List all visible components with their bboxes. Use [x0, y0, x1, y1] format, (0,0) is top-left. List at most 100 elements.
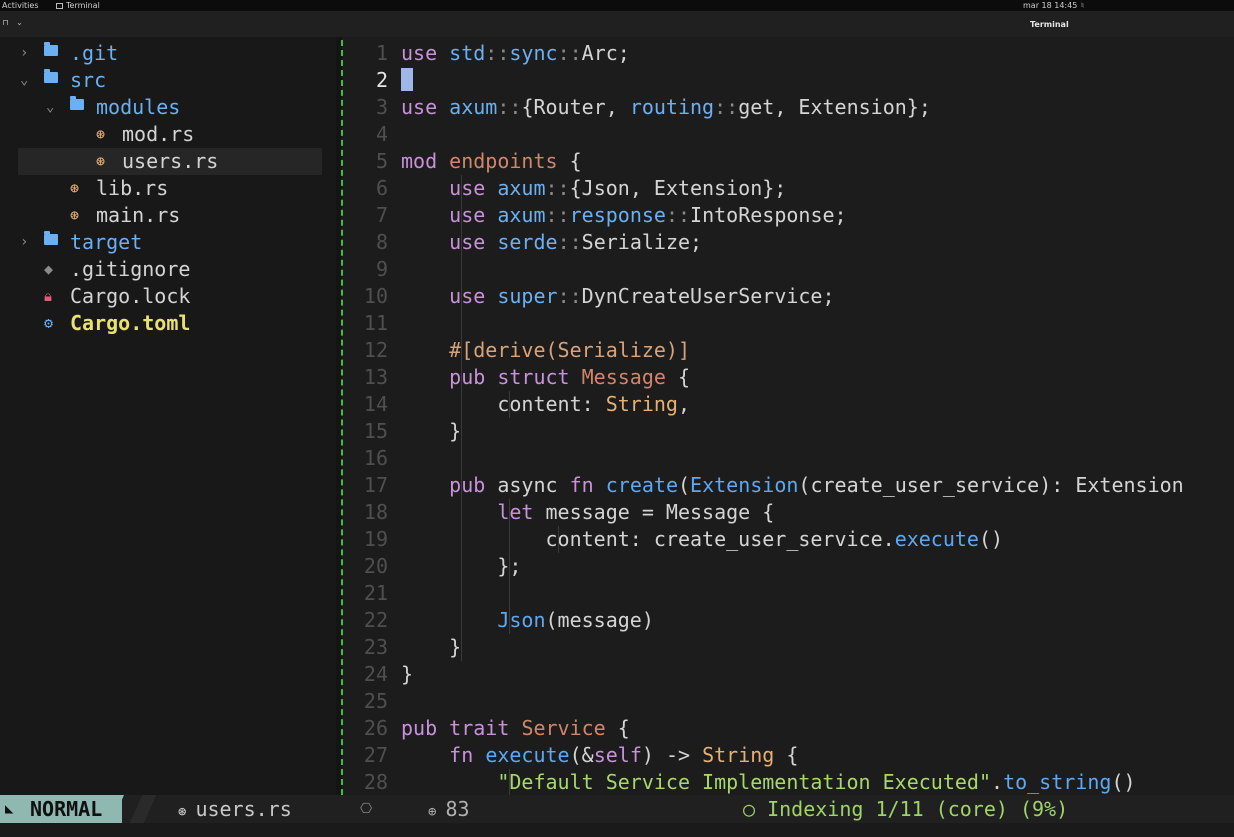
line-number: 23	[363, 635, 388, 659]
line-number: 15	[363, 419, 388, 443]
code-line[interactable]: 8 use serde::Serialize;	[344, 229, 1234, 256]
line-number: 25	[363, 689, 388, 713]
lock-icon: 🔒︎	[44, 287, 52, 305]
status-line: ◣ NORMAL ⊛ users.rs ⎔ ⊕ 83 ○ Indexing 1/11…	[0, 795, 1234, 823]
tree-item[interactable]: › .git	[0, 40, 336, 67]
code-editor[interactable]: 1 use std::sync::Arc; 2 3 use axum::{Router,…	[344, 37, 1234, 795]
indent-guide-line	[557, 526, 559, 553]
git-icon: ◆	[44, 260, 54, 278]
status-diagnostics: ⊕ 83	[428, 795, 470, 826]
line-number: 3	[375, 95, 388, 119]
tree-item[interactable]: ⌄ src	[0, 67, 336, 94]
chevron-right-icon[interactable]: ›	[20, 229, 28, 256]
code-text: content: create_user_service.execute()	[401, 527, 1004, 551]
code-text: pub trait Service {	[401, 716, 630, 740]
tree-item[interactable]: ⊛ users.rs	[18, 148, 322, 175]
line-number: 26	[363, 716, 388, 740]
code-line[interactable]: 14 content: String,	[344, 391, 1234, 418]
code-line[interactable]: 13 pub struct Message {	[344, 364, 1234, 391]
code-line[interactable]: 21	[344, 580, 1234, 607]
code-text: }	[401, 419, 462, 443]
code-line[interactable]: 10 use super::DynCreateUserService;	[344, 283, 1234, 310]
code-line[interactable]: 23 }	[344, 634, 1234, 661]
tree-item[interactable]: › target	[0, 229, 336, 256]
diagnostics-count: 83	[445, 797, 470, 821]
line-number: 1	[375, 41, 388, 65]
code-text: }	[401, 635, 462, 659]
terminal-icon	[56, 3, 63, 9]
code-line[interactable]: 16	[344, 445, 1234, 472]
code-text: Json(message)	[497, 608, 654, 632]
rust-file-icon: ⊛	[70, 179, 80, 197]
line-number: 12	[363, 338, 388, 362]
git-branch-icon: ⎔	[360, 801, 373, 817]
status-file-name: users.rs	[195, 797, 292, 821]
app-name: Terminal	[66, 1, 100, 10]
bell-icon[interactable]: ♮	[1081, 0, 1084, 11]
chevron-right-icon[interactable]: ›	[20, 40, 28, 67]
code-text: fn execute(&self) -> String {	[449, 743, 799, 767]
tree-item[interactable]: ⊛ mod.rs	[0, 121, 336, 148]
gear-icon: ⚙	[44, 314, 54, 332]
code-line[interactable]: 15 }	[344, 418, 1234, 445]
line-number: 10	[363, 284, 388, 308]
system-top-bar: Activities Terminal mar 18 14:45 ♮	[0, 0, 1234, 11]
code-line[interactable]: 22 Json(message)	[344, 607, 1234, 634]
code-line[interactable]: 20 };	[344, 553, 1234, 580]
tree-item-label: lib.rs	[96, 176, 169, 200]
code-line[interactable]: 26 pub trait Service {	[344, 715, 1234, 742]
code-text: let message = Message {	[497, 500, 775, 524]
tree-item[interactable]: ⌄ modules	[0, 94, 336, 121]
code-line[interactable]: 7 use axum::response::IntoResponse;	[344, 202, 1234, 229]
line-number: 20	[363, 554, 388, 578]
code-line[interactable]: 28 "Default Service Implementation Execu…	[344, 769, 1234, 795]
window-title-bar: ⊓ ⌄ Terminal	[0, 11, 1234, 37]
code-line[interactable]: 17 pub async fn create(Extension(create_…	[344, 472, 1234, 499]
chevron-down-icon[interactable]: ⌄	[46, 94, 54, 121]
code-line[interactable]: 25	[344, 688, 1234, 715]
tree-item-label: users.rs	[122, 149, 219, 173]
mode-label: NORMAL	[30, 797, 103, 821]
code-text: }	[401, 662, 414, 686]
chevron-down-icon[interactable]: ⌄	[15, 18, 24, 28]
tree-item-label: modules	[96, 95, 181, 119]
line-number: 22	[363, 608, 388, 632]
chevron-down-icon[interactable]: ⌄	[20, 67, 28, 94]
code-line[interactable]: 18 let message = Message {	[344, 499, 1234, 526]
line-number: 24	[363, 662, 388, 686]
file-tree: › .git ⌄ src ⌄ modules ⊛ mod.rs ⊛ users.rs ⊛ lib.rs…	[0, 37, 336, 795]
code-line[interactable]: 9	[344, 256, 1234, 283]
code-text: #[derive(Serialize)]	[449, 338, 690, 362]
tree-item[interactable]: ⚙ Cargo.toml	[0, 310, 336, 337]
folder-icon	[44, 229, 58, 256]
indent-guide-line	[509, 391, 511, 418]
tree-item-label: Cargo.lock	[70, 284, 191, 308]
code-line[interactable]: 24}	[344, 661, 1234, 688]
code-line[interactable]: 12 #[derive(Serialize)]	[344, 337, 1234, 364]
code-line[interactable]: 11	[344, 310, 1234, 337]
line-number: 19	[363, 527, 388, 551]
tree-item[interactable]: ◆ .gitignore	[0, 256, 336, 283]
code-line[interactable]: 6 use axum::{Json, Extension};	[344, 175, 1234, 202]
code-line[interactable]: 27 fn execute(&self) -> String {	[344, 742, 1234, 769]
code-line[interactable]: 4	[344, 121, 1234, 148]
line-number: 11	[363, 311, 388, 335]
tree-item[interactable]: 🔒︎ Cargo.lock	[0, 283, 336, 310]
line-number: 6	[375, 176, 388, 200]
code-text: pub async fn create(Extension(create_use…	[449, 473, 1184, 497]
code-line[interactable]: 19 content: create_user_service.execute(…	[344, 526, 1234, 553]
window-title: Terminal	[1030, 20, 1069, 29]
activities-button[interactable]: Activities	[2, 0, 39, 11]
clock[interactable]: mar 18 14:45	[1023, 0, 1077, 11]
code-line[interactable]: 2	[344, 67, 1234, 94]
code-line[interactable]: 5 mod endpoints {	[344, 148, 1234, 175]
line-number: 16	[363, 446, 388, 470]
tree-item[interactable]: ⊛ lib.rs	[0, 175, 336, 202]
code-line[interactable]: 1 use std::sync::Arc;	[344, 40, 1234, 67]
tree-item[interactable]: ⊛ main.rs	[0, 202, 336, 229]
new-tab-icon[interactable]: ⊓	[1, 18, 10, 28]
code-line[interactable]: 3 use axum::{Router, routing::get, Extens…	[344, 94, 1234, 121]
tree-item-label: .gitignore	[70, 257, 191, 281]
code-text: pub struct Message {	[449, 365, 691, 389]
app-menu[interactable]: Terminal	[56, 0, 100, 11]
